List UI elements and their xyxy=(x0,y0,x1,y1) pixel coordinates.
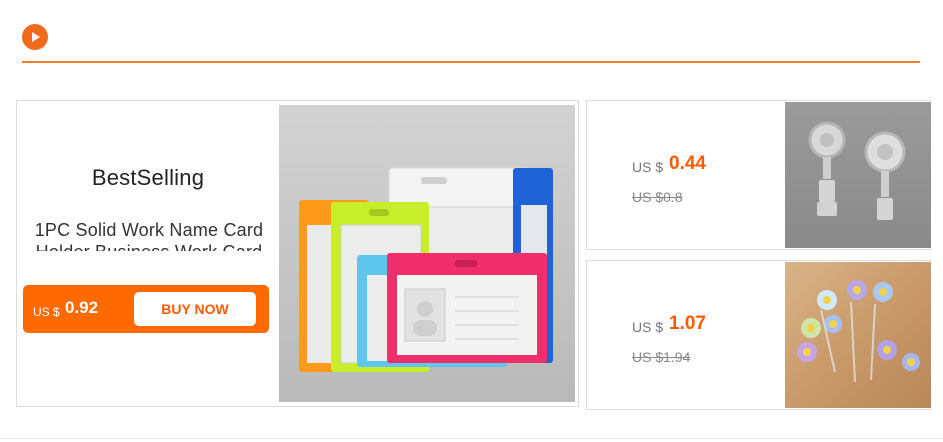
product-currency: US $ xyxy=(632,319,664,335)
featured-buy-bar: US $ 0.92 BUY NOW xyxy=(23,285,269,333)
product-card[interactable]: US $ 0.44 US $0.8 xyxy=(586,100,931,250)
product-original-price: US $0.8 xyxy=(632,189,683,205)
buy-now-button[interactable]: BUY NOW xyxy=(134,292,256,326)
featured-heading: BestSelling xyxy=(91,165,205,190)
product-price: 1.07 xyxy=(669,313,706,334)
page: BestSelling 1PC Solid Work Name Card Hol… xyxy=(0,0,943,442)
product-card[interactable]: US $ 1.07 US $1.94 xyxy=(586,260,931,410)
section-divider xyxy=(0,438,943,439)
id-card-holders-image[interactable] xyxy=(279,105,575,402)
featured-product-title[interactable]: 1PC Solid Work Name Card Holder Business… xyxy=(23,219,275,251)
header-divider xyxy=(22,61,920,63)
featured-price: 0.92 xyxy=(65,298,99,317)
product-original-price: US $1.94 xyxy=(632,349,691,365)
product-currency: US $ xyxy=(632,159,664,175)
product-price: 0.44 xyxy=(669,153,706,174)
badge-reels-image[interactable] xyxy=(785,102,931,248)
daisy-badge-reels-image[interactable] xyxy=(785,262,931,408)
featured-product-card[interactable]: BestSelling 1PC Solid Work Name Card Hol… xyxy=(16,100,579,407)
play-icon[interactable] xyxy=(22,24,48,50)
featured-currency: US $ xyxy=(33,305,60,319)
